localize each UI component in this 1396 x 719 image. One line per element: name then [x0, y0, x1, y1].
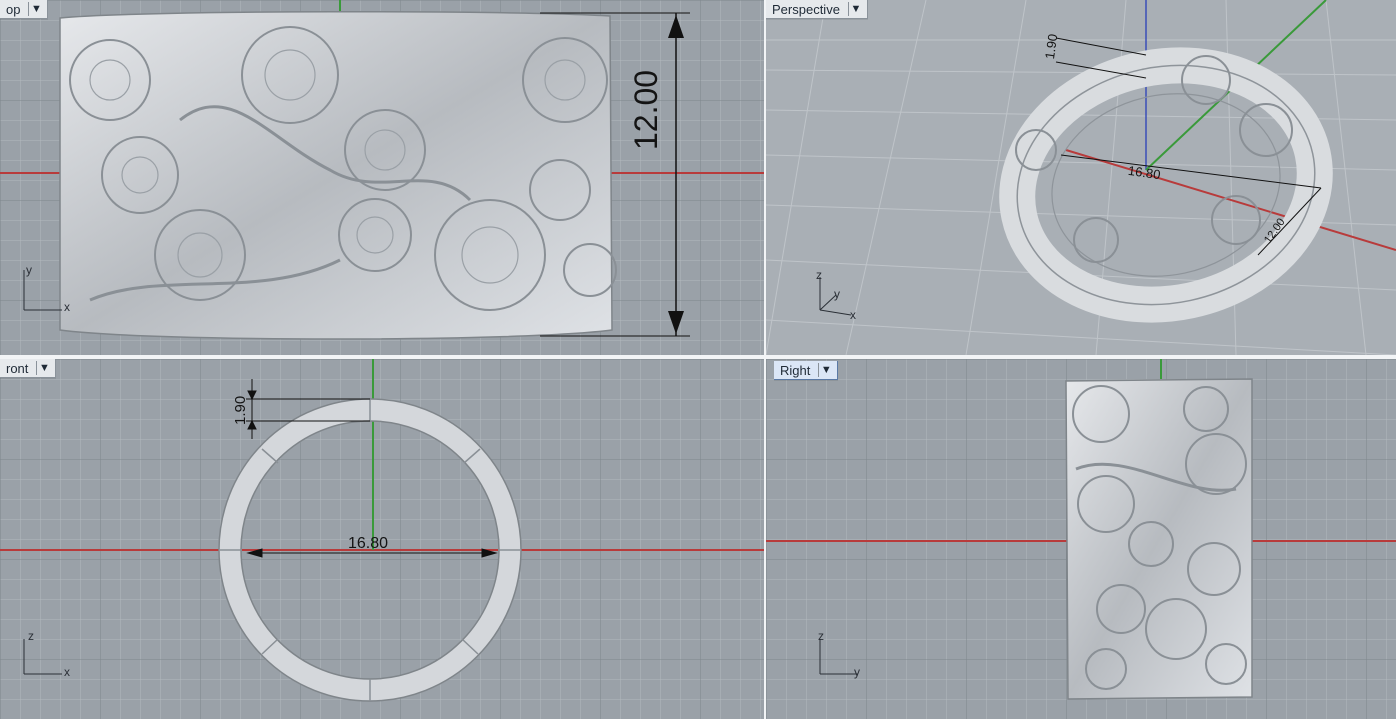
viewport-front[interactable]: 1.90 16.80 ront ▼ z x [0, 359, 764, 719]
chevron-down-icon[interactable]: ▼ [36, 361, 51, 375]
viewport-tab-front[interactable]: ront ▼ [0, 359, 57, 378]
ring-top-projection [59, 10, 617, 340]
axis-label-z: z [816, 268, 822, 282]
front-dim-a: 1.90 [232, 395, 249, 425]
axis-widget-top [23, 270, 62, 311]
ring-right-projection [1065, 378, 1253, 700]
viewport-name-top: op [6, 1, 21, 17]
dimension-label-height: 12.00 [628, 69, 664, 150]
axis-label-x: x [64, 665, 70, 679]
viewport-right[interactable]: Right ▼ z y [766, 359, 1396, 719]
axis-label-z: z [818, 629, 824, 643]
chevron-down-icon[interactable]: ▼ [28, 2, 43, 16]
viewport-tab-right[interactable]: Right ▼ [774, 361, 839, 380]
viewport-separator-vertical[interactable] [764, 0, 766, 719]
axis-label-z: z [28, 629, 34, 643]
chevron-down-icon[interactable]: ▼ [847, 2, 863, 16]
viewport-name-right: Right [780, 362, 811, 378]
viewport-tab-top[interactable]: op ▼ [0, 0, 49, 19]
chevron-down-icon[interactable]: ▼ [818, 363, 833, 377]
axis-label-y: y [834, 287, 840, 301]
viewport-separator-horizontal[interactable] [0, 355, 1396, 359]
axis-widget-front [23, 639, 62, 675]
viewport-name-front: ront [6, 360, 29, 376]
top-viewport-canvas [0, 0, 764, 355]
axis-label-x: x [850, 308, 856, 322]
front-dim-b: 16.80 [348, 535, 389, 552]
axis-label-y: y [854, 665, 860, 679]
viewport-tab-perspective[interactable]: Perspective ▼ [766, 0, 868, 19]
viewport-top[interactable]: 12.00 op ▼ y x [0, 0, 764, 355]
viewport-perspective[interactable]: 1.90 16.80 12.00 Perspective ▼ z y x [766, 0, 1396, 355]
viewport-name-perspective: Perspective [772, 1, 840, 17]
